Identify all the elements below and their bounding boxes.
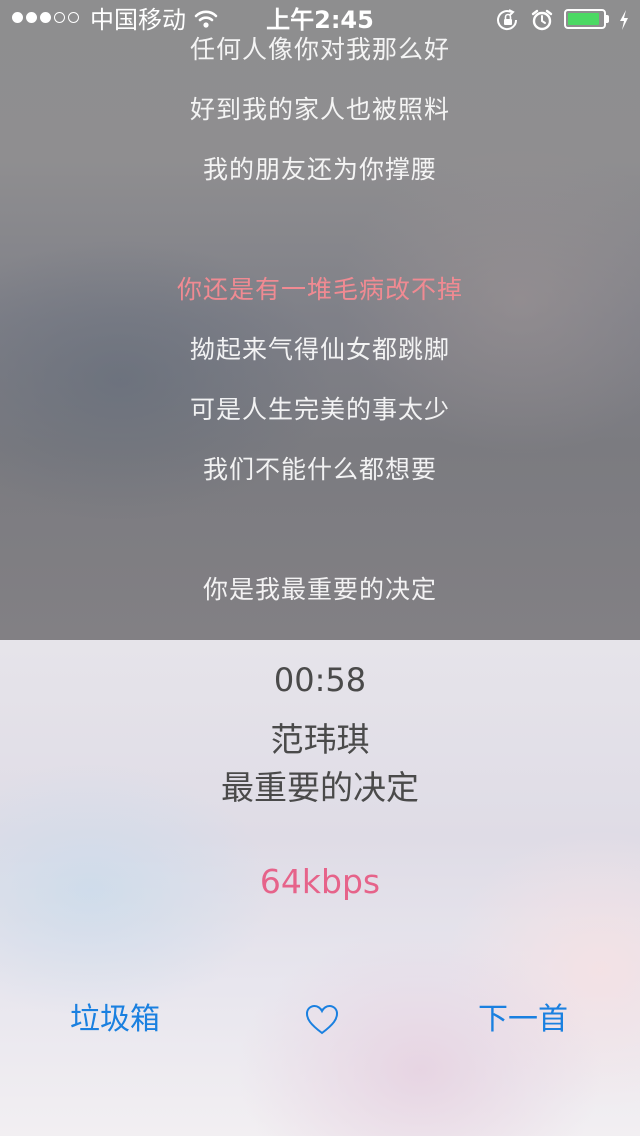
bitrate-label: 64kbps [259, 862, 381, 901]
lyrics-area[interactable]: 任何人像你对我那么好 好到我的家人也被照料 我的朋友还为你撑腰 你还是有一堆毛病… [0, 0, 640, 640]
charging-icon [620, 10, 628, 30]
lyric-line: 拗起来气得仙女都跳脚 [189, 335, 450, 364]
next-song-button[interactable]: 下一首 [478, 1000, 568, 1040]
trash-button[interactable]: 垃圾箱 [70, 1000, 160, 1040]
lyric-line: 你是我最重要的决定 [202, 575, 437, 604]
lyric-line: 可是人生完美的事太少 [189, 395, 450, 424]
lyric-line: 我们不能什么都想要 [202, 455, 437, 484]
song-title: 最重要的决定 [221, 768, 419, 807]
player-panel: 00:58 范玮琪 最重要的决定 64kbps 垃圾箱 下一首 [0, 640, 640, 1136]
elapsed-time: 00:58 [273, 661, 367, 699]
lyric-line-current: 你还是有一堆毛病改不掉 [176, 275, 463, 304]
lyric-line: 好到我的家人也被照料 [189, 95, 450, 124]
screen: 任何人像你对我那么好 好到我的家人也被照料 我的朋友还为你撑腰 你还是有一堆毛病… [0, 0, 640, 1136]
rotation-lock-icon [497, 9, 518, 31]
heart-outline-icon[interactable] [304, 1002, 340, 1038]
battery-body [564, 9, 606, 29]
status-bar: 中国移动 上午2:45 [0, 0, 640, 40]
battery-icon [564, 9, 612, 31]
battery-tip [606, 15, 609, 23]
lyric-line: 我的朋友还为你撑腰 [202, 155, 437, 184]
artist-name: 范玮琪 [270, 720, 370, 759]
alarm-icon [531, 9, 553, 31]
battery-level [568, 13, 599, 25]
